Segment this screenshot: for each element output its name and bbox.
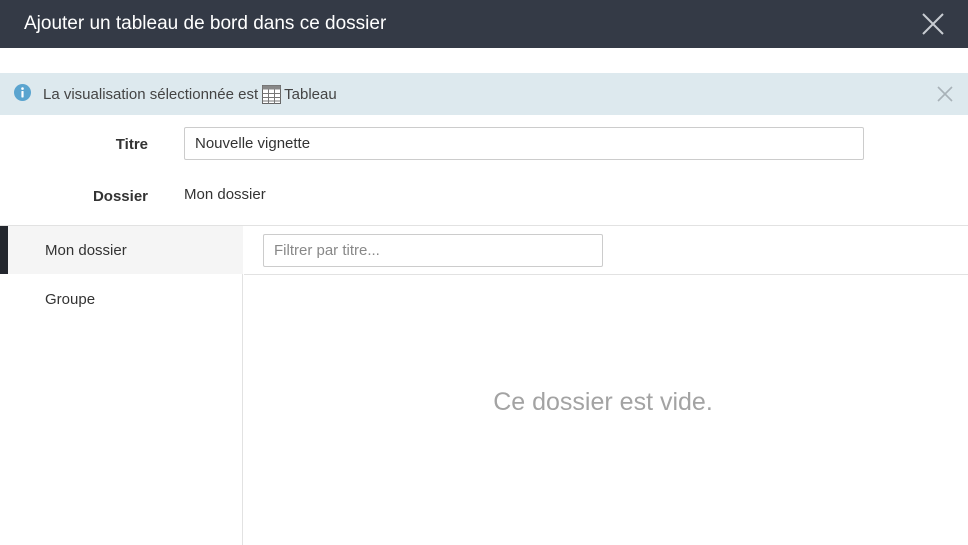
folder-sidebar: Mon dossier Groupe	[0, 226, 243, 545]
sidebar-item-mon-dossier[interactable]: Mon dossier	[0, 226, 243, 274]
info-banner: La visualisation sélectionnée est Tablea…	[0, 73, 968, 115]
sidebar-item-groupe[interactable]: Groupe	[0, 275, 243, 323]
folder-label: Dossier	[92, 188, 148, 205]
info-close-icon[interactable]	[936, 85, 954, 103]
dialog-title: Ajouter un tableau de bord dans ce dossi…	[24, 13, 387, 34]
dialog-header: Ajouter un tableau de bord dans ce dossi…	[0, 0, 968, 48]
folder-value: Mon dossier	[184, 186, 266, 203]
visualization-name: Tableau	[284, 86, 337, 103]
sidebar-item-label: Mon dossier	[45, 242, 127, 259]
title-input[interactable]	[184, 127, 864, 160]
info-icon	[14, 84, 31, 101]
filter-bar	[244, 226, 968, 275]
empty-folder-message: Ce dossier est vide.	[493, 388, 713, 416]
sidebar-item-label: Groupe	[45, 291, 96, 308]
info-message: La visualisation sélectionnée est Tablea…	[43, 85, 337, 104]
filter-input[interactable]	[263, 234, 603, 267]
title-label: Titre	[115, 136, 148, 153]
close-icon[interactable]	[920, 11, 946, 37]
table-icon	[262, 85, 282, 104]
info-message-text: La visualisation sélectionnée est	[43, 86, 259, 103]
